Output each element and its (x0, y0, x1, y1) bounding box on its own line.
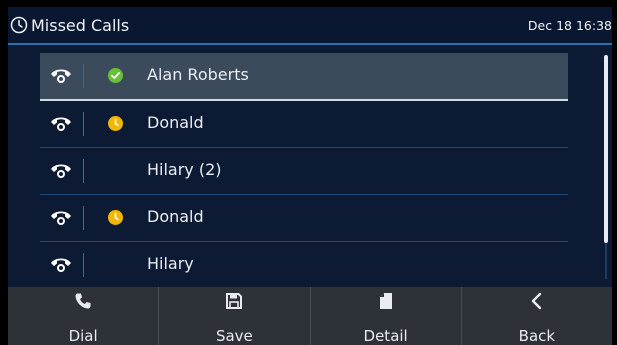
save-button[interactable]: Save (159, 287, 311, 345)
status-available-icon (108, 68, 123, 83)
status-away-icon (108, 116, 123, 131)
header-divider (8, 43, 612, 45)
save-label: Save (215, 327, 253, 345)
page-title: Missed Calls (31, 16, 130, 35)
row-divider (83, 64, 84, 88)
contact-name: Hilary (147, 254, 194, 273)
list-item[interactable]: Alan Roberts (40, 53, 568, 101)
phone-icon (75, 293, 91, 309)
back-button[interactable]: Back (462, 287, 612, 345)
row-divider (83, 206, 84, 230)
list-item[interactable]: Hilary (2) (40, 148, 568, 195)
dial-button[interactable]: Dial (8, 287, 160, 345)
missed-call-icon (51, 117, 71, 131)
dial-label: Dial (68, 327, 98, 345)
row-divider (83, 159, 84, 183)
missed-call-icon (51, 211, 71, 225)
list-item[interactable]: Donald (40, 195, 568, 242)
softkey-bar: Dial Save Detail Back (8, 287, 612, 345)
row-divider (83, 112, 84, 136)
phone-screen: Missed Calls Dec 18 16:38 Alan Roberts D… (8, 7, 612, 345)
missed-call-icon (51, 69, 71, 83)
back-icon (531, 292, 542, 310)
date-time: Dec 18 16:38 (527, 18, 612, 33)
detail-button[interactable]: Detail (311, 287, 462, 345)
contact-name: Alan Roberts (147, 65, 249, 84)
contact-name: Donald (147, 207, 204, 226)
row-divider (83, 253, 84, 277)
missed-call-icon (51, 258, 71, 272)
missed-call-icon (51, 164, 71, 178)
contact-name: Donald (147, 113, 204, 132)
contact-name: Hilary (2) (147, 160, 222, 179)
status-away-icon (108, 210, 123, 225)
scrollbar-thumb[interactable] (604, 55, 608, 243)
save-icon (226, 293, 243, 309)
list-item[interactable]: Donald (40, 101, 568, 148)
missed-calls-list: Alan Roberts Donald Hilary (2) Donald Hi… (40, 53, 568, 289)
clock-icon (10, 16, 28, 34)
status-bar: Missed Calls Dec 18 16:38 (8, 7, 612, 45)
back-label: Back (518, 327, 556, 345)
detail-icon (379, 293, 392, 309)
list-item[interactable]: Hilary (40, 242, 568, 289)
detail-label: Detail (363, 327, 408, 345)
